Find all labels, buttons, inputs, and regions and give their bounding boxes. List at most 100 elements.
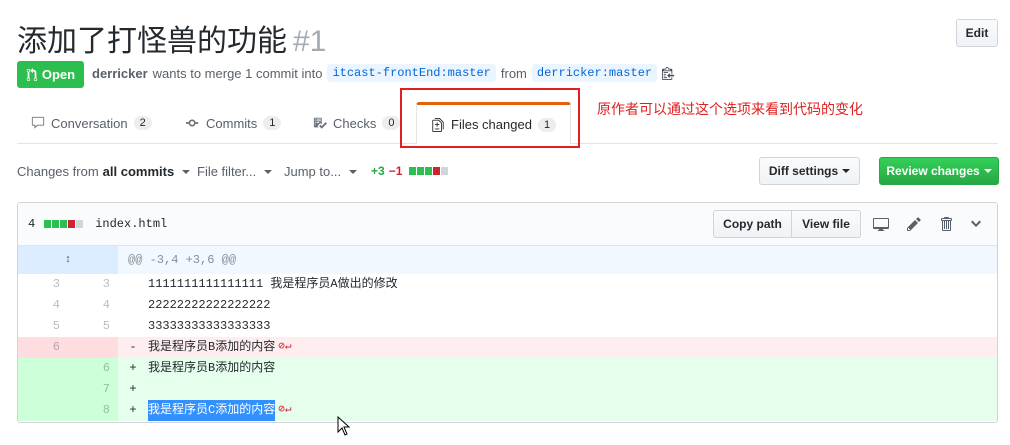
tab-counter: 1	[537, 117, 557, 132]
chevron-down-icon	[182, 169, 191, 174]
line-marker: +	[129, 403, 137, 417]
file-actions: Copy path View file	[713, 210, 861, 238]
new-line-number[interactable]: 8	[68, 400, 118, 421]
copy-path-button[interactable]: Copy path	[713, 210, 792, 238]
new-line-number[interactable]	[68, 337, 118, 358]
no-newline-icon: ⊘↵	[278, 341, 292, 353]
line-text: 我是程序员B添加的内容	[148, 340, 276, 354]
old-line-number[interactable]: 3	[18, 274, 68, 295]
line-marker: -	[129, 340, 137, 354]
diff-line: 4 4 22222222222222222	[18, 295, 997, 316]
hunk-header-row: ↕ @@ -3,4 +3,6 @@	[18, 246, 997, 274]
changes-from-label: Changes from	[17, 164, 99, 179]
chevron-down-icon	[983, 169, 992, 173]
tab-commits[interactable]: Commits 1	[172, 102, 295, 144]
old-line-number[interactable]	[18, 379, 68, 400]
diff-line-added: 6 + 我是程序员B添加的内容	[18, 358, 997, 379]
diff-settings-button[interactable]: Diff settings	[759, 157, 860, 185]
chevron-down-icon	[842, 169, 851, 173]
base-branch[interactable]: itcast-frontEnd:master	[327, 64, 496, 82]
diffstat-block-neutral	[76, 220, 84, 228]
file-change-count: 4	[28, 217, 36, 231]
diff-lines: ↕ @@ -3,4 +3,6 @@ 3 3 1111111111111111 我…	[18, 246, 997, 421]
diff-line: 3 3 1111111111111111 我是程序员A做出的修改	[18, 274, 997, 295]
pr-title-text: 添加了打怪兽的功能	[17, 25, 287, 58]
old-line-number[interactable]: 4	[18, 295, 68, 316]
tab-label: Conversation	[51, 115, 128, 131]
diff-line: 5 5 33333333333333333	[18, 316, 997, 337]
diffstat-block-deleted	[68, 220, 76, 228]
line-marker: +	[129, 361, 137, 375]
trash-icon[interactable]	[938, 216, 954, 232]
pencil-icon[interactable]	[906, 216, 922, 232]
file-filter-dropdown[interactable]: File filter...	[197, 164, 273, 179]
line-marker	[118, 274, 148, 295]
pr-number: #1	[293, 25, 327, 58]
file-filter-label: File filter...	[197, 164, 257, 179]
line-code: + 我是程序员C添加的内容 ⊘↵	[118, 400, 997, 421]
status-badge: Open	[17, 61, 84, 88]
diffstat-block-added	[44, 220, 52, 228]
file-diff: 4 index.html Copy path View file ↕ @@ -3…	[17, 202, 998, 423]
diffstat-block-added	[52, 220, 60, 228]
tab-checks[interactable]: Checks 0	[299, 102, 414, 144]
file-name-link[interactable]: index.html	[95, 217, 167, 231]
review-changes-label: Review changes	[886, 164, 980, 178]
merge-text: wants to merge 1 commit into	[152, 65, 323, 81]
line-code: + 我是程序员B添加的内容	[118, 358, 997, 379]
diffstat-block-deleted	[433, 167, 441, 175]
from-text: from	[500, 65, 527, 81]
line-text: 1111111111111111 我是程序员A做出的修改	[148, 277, 398, 291]
new-line-number[interactable]: 5	[68, 316, 118, 337]
diff-toolbar: Changes from all commits File filter... …	[17, 157, 999, 187]
view-file-button[interactable]: View file	[792, 210, 861, 238]
chevron-down-icon	[349, 169, 358, 174]
new-line-number[interactable]: 6	[68, 358, 118, 379]
old-line-number[interactable]	[18, 400, 68, 421]
tab-counter: 2	[133, 116, 152, 130]
mouse-cursor-icon	[337, 416, 351, 436]
clipboard-icon[interactable]	[662, 66, 675, 80]
tab-counter: 0	[382, 116, 401, 130]
line-marker: +	[129, 382, 137, 396]
comment-icon	[31, 116, 45, 129]
edit-button[interactable]: Edit	[956, 19, 998, 47]
diffstat-block-neutral	[441, 167, 449, 175]
old-line-number[interactable]: 6	[18, 337, 68, 358]
diffstat-block-added	[60, 220, 68, 228]
line-marker	[118, 316, 148, 337]
tab-conversation[interactable]: Conversation 2	[17, 102, 166, 144]
file-diff-icon	[432, 117, 444, 132]
file-info: 4 index.html	[28, 217, 167, 231]
jump-to-dropdown[interactable]: Jump to...	[284, 164, 358, 179]
hunk-header: @@ -3,4 +3,6 @@	[118, 246, 997, 274]
tab-files-changed[interactable]: Files changed 1	[416, 102, 572, 145]
chevron-down-icon[interactable]	[968, 216, 984, 232]
expand-lines-button[interactable]: ↕	[18, 246, 118, 274]
line-text: 22222222222222222	[148, 298, 271, 312]
no-newline-icon: ⊘↵	[278, 404, 292, 416]
file-diffstat-blocks	[44, 220, 84, 228]
head-branch[interactable]: derricker:master	[531, 64, 658, 82]
new-line-number[interactable]: 3	[68, 274, 118, 295]
line-text: 我是程序员B添加的内容	[148, 361, 276, 375]
old-line-number[interactable]: 5	[18, 316, 68, 337]
author-link[interactable]: derricker	[92, 66, 148, 81]
desktop-icon[interactable]	[873, 216, 889, 232]
git-pull-request-icon	[26, 67, 38, 81]
new-line-number[interactable]: 4	[68, 295, 118, 316]
diff-line-added: 8 + 我是程序员C添加的内容 ⊘↵	[18, 400, 997, 421]
diff-line-deleted: 6 - 我是程序员B添加的内容 ⊘↵	[18, 337, 997, 358]
diffstat-block-added	[425, 167, 433, 175]
tab-label: Checks	[333, 115, 377, 131]
pr-meta: derricker wants to merge 1 commit into i…	[92, 64, 675, 82]
annotation-text: 原作者可以通过这个选项来看到代码的变化	[597, 101, 863, 117]
old-line-number[interactable]	[18, 358, 68, 379]
commit-icon	[186, 119, 199, 127]
diffstat: +3 −1	[371, 164, 449, 178]
new-line-number[interactable]: 7	[68, 379, 118, 400]
line-text: 33333333333333333	[148, 319, 271, 333]
changes-from-dropdown[interactable]: Changes from all commits	[17, 164, 191, 179]
review-changes-button[interactable]: Review changes	[879, 157, 999, 185]
pr-title: 添加了打怪兽的功能 #1	[17, 16, 326, 60]
